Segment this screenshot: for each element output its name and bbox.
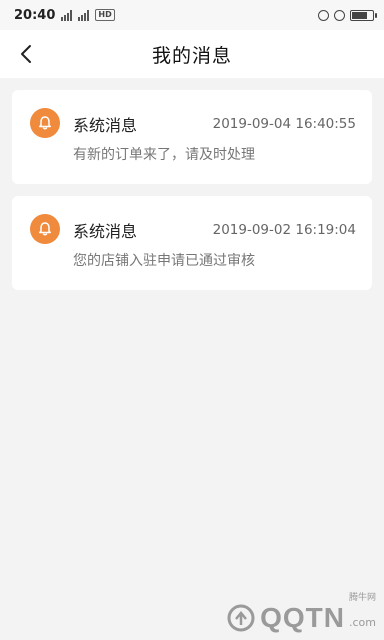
- back-button[interactable]: [14, 42, 38, 66]
- watermark-logo-icon: [227, 604, 255, 632]
- status-right: [318, 9, 377, 21]
- message-header: 系统消息 2019-09-04 16:40:55: [73, 112, 356, 136]
- hd-icon: HD: [95, 9, 115, 21]
- bell-icon: [30, 214, 60, 244]
- page-title: 我的消息: [151, 44, 232, 67]
- status-time: 20:40: [14, 7, 56, 23]
- message-title: 系统消息: [73, 116, 138, 135]
- watermark: 腾牛网 QQTN .com: [226, 593, 376, 634]
- battery-icon: [350, 9, 377, 21]
- message-body: 有新的订单来了，请及时处理: [73, 147, 255, 163]
- signal-2-icon: [78, 9, 90, 21]
- watermark-suffix: .com: [349, 616, 376, 629]
- status-bar: 20:40 HD: [0, 0, 384, 30]
- alarm-icon: [334, 9, 345, 21]
- message-title: 系统消息: [73, 222, 138, 241]
- message-card[interactable]: 系统消息 2019-09-04 16:40:55 有新的订单来了，请及时处理: [12, 90, 372, 184]
- message-time: 2019-09-02 16:19:04: [212, 222, 356, 238]
- lock-rotation-icon: [318, 9, 329, 21]
- watermark-text: QQTN: [260, 602, 345, 633]
- message-list: 系统消息 2019-09-04 16:40:55 有新的订单来了，请及时处理 系…: [0, 78, 384, 290]
- watermark-small: 腾牛网: [348, 593, 376, 603]
- message-body: 您的店铺入驻申请已通过审核: [73, 253, 255, 269]
- message-card[interactable]: 系统消息 2019-09-02 16:19:04 您的店铺入驻申请已通过审核: [12, 196, 372, 290]
- chevron-left-icon: [21, 45, 31, 63]
- message-header: 系统消息 2019-09-02 16:19:04: [73, 218, 356, 242]
- signal-icon: [61, 9, 73, 21]
- nav-bar: 我的消息: [0, 30, 384, 78]
- status-left: 20:40 HD: [14, 8, 115, 23]
- bell-icon: [30, 108, 60, 138]
- message-time: 2019-09-04 16:40:55: [212, 116, 356, 132]
